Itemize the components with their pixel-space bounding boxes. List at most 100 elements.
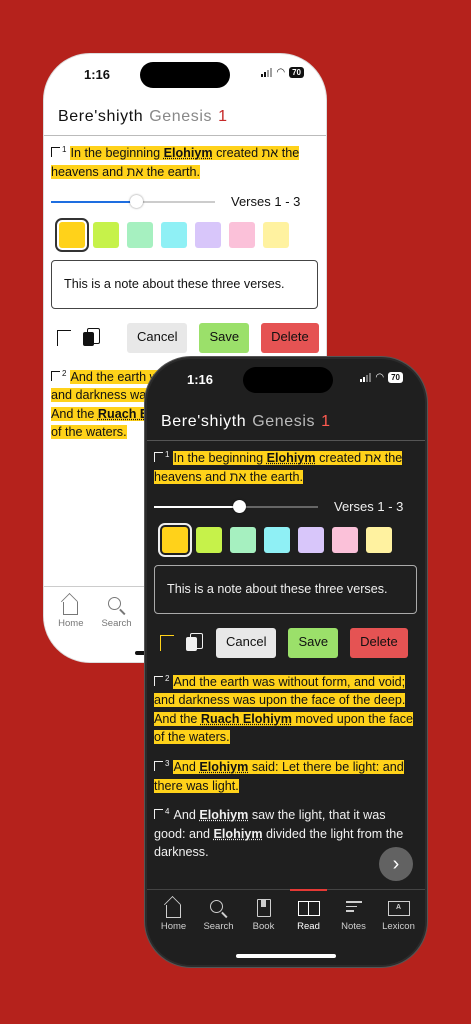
swatch-cyan[interactable]	[264, 526, 290, 553]
chapter-header[interactable]: Bere'shiyth Genesis 1	[44, 98, 326, 136]
next-chapter-button[interactable]: ›	[379, 847, 413, 881]
note-actions: Cancel Save Delete	[51, 322, 320, 353]
reading-content[interactable]: 1 In the beginning Elohiym created את the…	[147, 442, 425, 889]
home-indicator	[236, 954, 336, 958]
wifi-icon: ◠	[375, 371, 385, 383]
verse-range-label: Verses 1 - 3	[231, 194, 301, 210]
verse-range-row: Verses 1 - 3	[51, 193, 320, 212]
open-book-icon	[297, 900, 320, 916]
verse-range-slider[interactable]	[51, 195, 215, 209]
search-icon	[108, 597, 121, 610]
verse-number: 1	[165, 450, 170, 459]
verse-number: 3	[165, 758, 170, 768]
status-icons: ◠ 70	[360, 372, 403, 383]
verse-text: In the beginning	[70, 146, 164, 161]
slider-knob[interactable]	[233, 500, 247, 514]
verse-3[interactable]: 3 And Elohiym said: Let there be light: a…	[154, 755, 419, 795]
tab-label: Home	[58, 618, 84, 629]
lexicon-word[interactable]: Elohiym	[199, 760, 248, 774]
bookmark-icon[interactable]	[154, 452, 163, 463]
tab-home[interactable]: Home	[48, 595, 94, 662]
lexicon-word[interactable]: Elohiym	[199, 808, 248, 822]
tab-search[interactable]: Search	[94, 595, 140, 662]
verse-1[interactable]: 1 In the beginning Elohiym created את the…	[51, 141, 320, 181]
hebrew-book-name: Bere'shiyth	[58, 107, 144, 125]
highlight-color-picker	[55, 217, 320, 252]
delete-button[interactable]: Delete	[350, 627, 408, 658]
swatch-pink[interactable]	[229, 221, 255, 248]
notes-icon	[345, 901, 362, 915]
cancel-button[interactable]: Cancel	[127, 322, 188, 353]
tab-search[interactable]: Search	[196, 898, 241, 965]
tab-notes[interactable]: Notes	[331, 898, 376, 965]
status-icons: ◠ 70	[261, 67, 304, 78]
bookmark-icon[interactable]	[154, 809, 163, 820]
signal-icon	[360, 373, 372, 382]
note-textarea[interactable]: This is a note about these three verses.	[154, 564, 417, 614]
dynamic-island	[243, 367, 333, 393]
verse-4[interactable]: 4 And Elohiym saw the light, that it was …	[154, 803, 419, 862]
lexicon-word[interactable]: Ruach Elohiym	[201, 712, 292, 726]
bookmark-icon[interactable]	[154, 761, 163, 772]
tab-home[interactable]: Home	[151, 898, 196, 965]
swatch-pale-yellow[interactable]	[263, 221, 289, 248]
lexicon-word[interactable]: Elohiym	[267, 451, 316, 465]
swatch-lavender[interactable]	[298, 526, 324, 553]
home-icon	[63, 601, 79, 615]
dynamic-island	[140, 62, 230, 88]
chapter-number: 1	[218, 107, 228, 125]
verse-text: And	[173, 808, 200, 823]
tab-label: Search	[101, 618, 132, 629]
lexicon-word[interactable]: Elohiym	[164, 146, 213, 160]
lexicon-icon: A	[387, 900, 410, 916]
save-button[interactable]: Save	[199, 322, 250, 353]
chapter-header[interactable]: Bere'shiyth Genesis 1	[147, 403, 425, 441]
swatch-mint[interactable]	[127, 221, 153, 248]
tab-label: Book	[252, 921, 275, 932]
slider-knob[interactable]	[130, 195, 144, 209]
swatch-pale-yellow[interactable]	[366, 526, 392, 553]
verse-number: 4	[165, 807, 170, 817]
tab-label: Read	[297, 921, 320, 932]
signal-icon	[261, 68, 273, 77]
note-actions: Cancel Save Delete	[154, 627, 419, 658]
status-bar: 1:16 ◠ 70	[44, 54, 326, 98]
verse-range-slider[interactable]	[154, 500, 318, 514]
lexicon-word[interactable]: Elohiym	[214, 827, 263, 841]
swatch-mint[interactable]	[230, 526, 256, 553]
verse-1[interactable]: 1 In the beginning Elohiym created את the…	[154, 446, 419, 486]
chevron-right-icon: ›	[392, 852, 400, 875]
tab-label: Search	[203, 921, 234, 932]
swatch-cyan[interactable]	[161, 221, 187, 248]
highlight-color-picker	[158, 522, 419, 557]
note-textarea[interactable]: This is a note about these three verses.	[51, 259, 318, 309]
battery-icon: 70	[289, 67, 304, 78]
swatch-yellow[interactable]	[158, 522, 192, 557]
swatch-yellow[interactable]	[55, 217, 89, 252]
swatch-lavender[interactable]	[195, 221, 221, 248]
swatch-pink[interactable]	[332, 526, 358, 553]
cancel-button[interactable]: Cancel	[216, 627, 277, 658]
verse-number: 2	[165, 673, 170, 683]
swatch-lime[interactable]	[93, 221, 119, 248]
save-button[interactable]: Save	[288, 627, 339, 658]
bookmark-add-icon[interactable]	[160, 634, 174, 651]
verse-2[interactable]: 2And the earth was without form, and voi…	[154, 670, 419, 747]
swatch-lime[interactable]	[196, 526, 222, 553]
bookmark-icon[interactable]	[51, 147, 60, 158]
search-icon	[210, 900, 223, 913]
verse-number: 2	[62, 368, 67, 378]
tab-label: Notes	[341, 921, 366, 932]
tab-lexicon[interactable]: A Lexicon	[376, 898, 421, 965]
verse-text: And	[173, 760, 200, 775]
delete-button[interactable]: Delete	[261, 322, 319, 353]
copy-icon[interactable]	[83, 327, 101, 348]
bookmark-icon[interactable]	[51, 370, 60, 381]
verse-number: 1	[62, 145, 67, 154]
book-name: Genesis	[252, 412, 316, 430]
bookmark-add-icon[interactable]	[57, 329, 71, 346]
copy-icon[interactable]	[186, 632, 204, 653]
verse-range-label: Verses 1 - 3	[334, 499, 404, 515]
tab-label: Home	[160, 921, 187, 932]
bookmark-icon[interactable]	[154, 675, 163, 686]
